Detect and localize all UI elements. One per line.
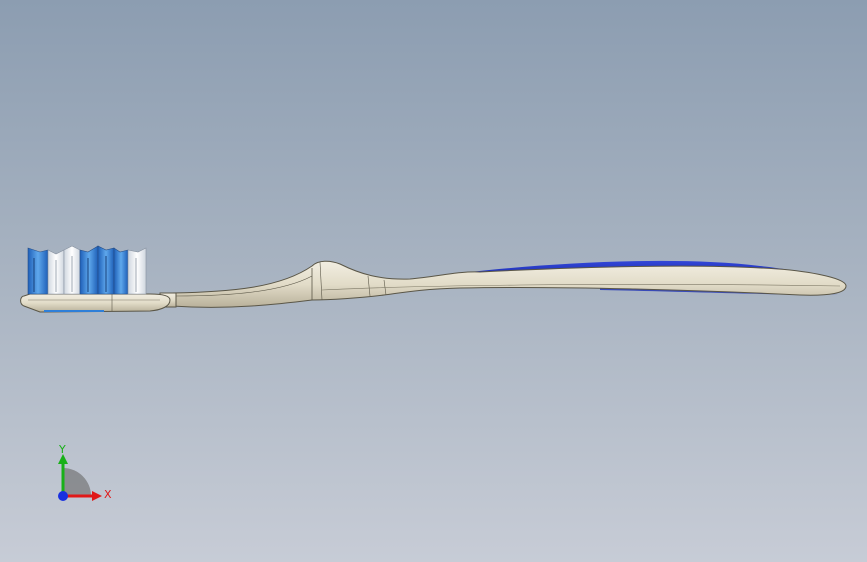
bristles	[27, 245, 147, 295]
brush-head	[20, 293, 171, 313]
graphics-viewport[interactable]: Y X	[0, 0, 867, 562]
triad-plane	[63, 468, 91, 496]
coordinate-triad: Y X	[58, 443, 112, 501]
triad-x-label: X	[104, 488, 112, 501]
triad-y-label: Y	[58, 443, 66, 456]
toothbrush-model[interactable]	[0, 0, 867, 562]
